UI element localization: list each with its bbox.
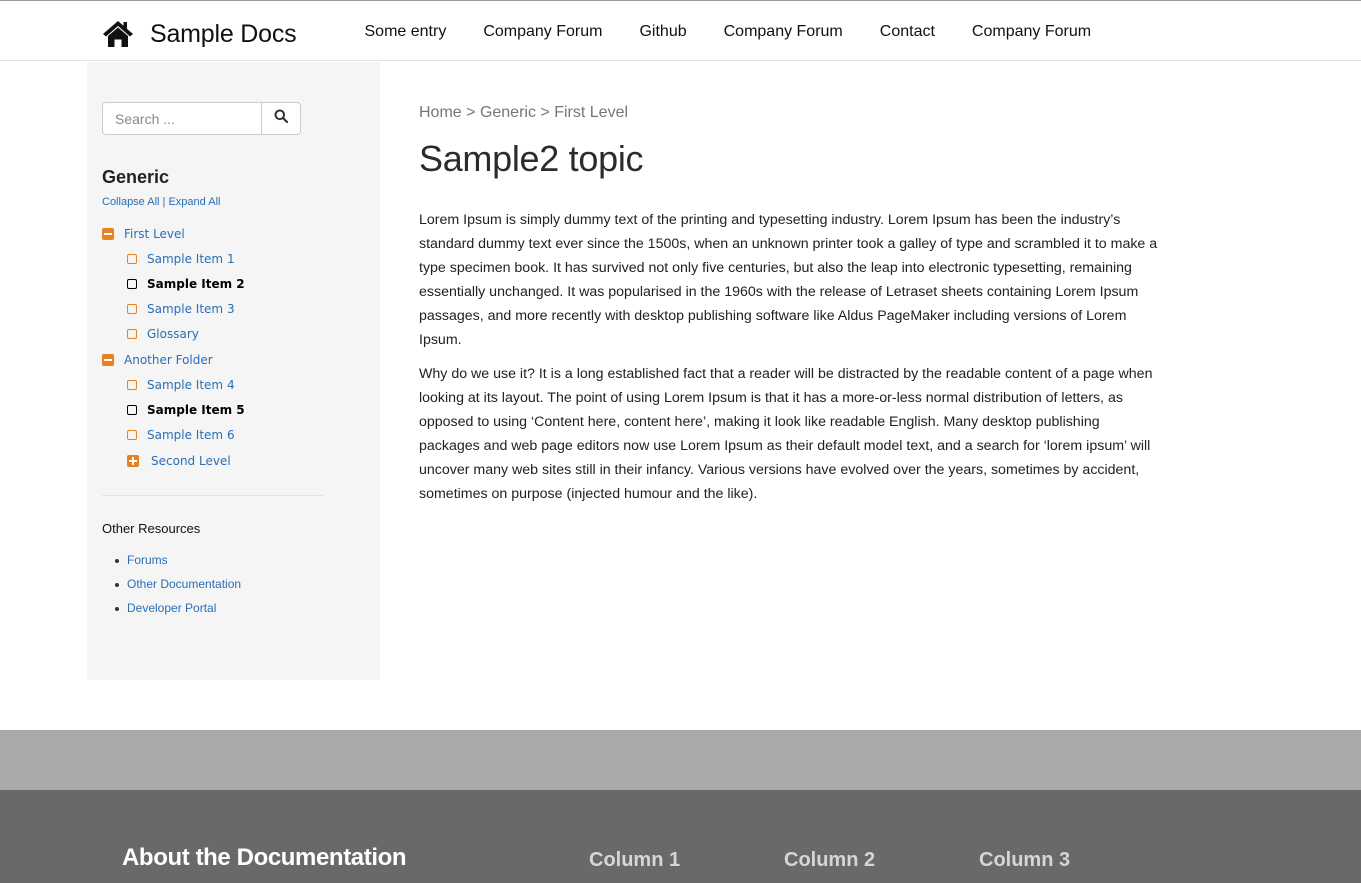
- content-paragraph-1: Lorem Ipsum is simply dummy text of the …: [419, 212, 1158, 348]
- breadcrumb-first-level[interactable]: First Level: [554, 104, 628, 121]
- tree-item-glossary[interactable]: Glossary: [127, 327, 199, 341]
- bullet: [115, 583, 119, 587]
- brand-link[interactable]: Sample Docs: [102, 17, 297, 51]
- tree-item-label: Sample Item 3: [147, 302, 235, 316]
- tree-item-label: Sample Item 5: [147, 403, 245, 417]
- footer-column-1-heading: Column 1: [589, 849, 681, 871]
- tree-item-sample-4[interactable]: Sample Item 4: [127, 378, 235, 392]
- main-nav: Some entry Company Forum Github Company …: [346, 1, 1110, 62]
- footer: About the Documentation Column 1 Column …: [0, 790, 1361, 883]
- breadcrumb-separator: >: [540, 104, 550, 121]
- search-input[interactable]: [103, 103, 261, 134]
- tree-item-label: Sample Item 4: [147, 378, 235, 392]
- tree-folder-another-folder[interactable]: Another Folder: [102, 353, 213, 367]
- tree-item-label: Glossary: [147, 327, 199, 341]
- resource-label: Other Documentation: [127, 577, 242, 591]
- tree-controls: Collapse All | Expand All: [102, 196, 220, 208]
- plus-square-icon: [127, 455, 139, 467]
- nav-github[interactable]: Github: [621, 23, 705, 41]
- tree-item-sample-2[interactable]: Sample Item 2: [127, 277, 245, 291]
- nav-company-forum-2[interactable]: Company Forum: [705, 23, 861, 41]
- square-outline-icon: [127, 380, 137, 390]
- collapse-all-link[interactable]: Collapse All: [102, 196, 159, 208]
- square-outline-icon: [127, 304, 137, 314]
- top-navbar: Sample Docs Some entry Company Forum Git…: [0, 0, 1361, 61]
- minus-square-icon: [102, 354, 114, 366]
- nav-contact[interactable]: Contact: [861, 23, 953, 41]
- bullet: [115, 607, 119, 611]
- resource-label: Developer Portal: [127, 601, 217, 615]
- sidebar-divider: [102, 495, 324, 496]
- search-icon: [274, 109, 289, 128]
- content-paragraph-2: Why do we use it? It is a long establish…: [419, 366, 1153, 502]
- footer-top-band: [0, 730, 1361, 790]
- breadcrumb-home[interactable]: Home: [419, 104, 462, 121]
- footer-title: About the Documentation: [122, 844, 407, 871]
- brand-title: Sample Docs: [150, 19, 297, 48]
- nav-company-forum[interactable]: Company Forum: [465, 23, 621, 41]
- square-outline-icon: [127, 430, 137, 440]
- home-icon: [102, 20, 134, 48]
- tree-item-label: Second Level: [151, 454, 231, 468]
- search-box: [102, 102, 301, 135]
- tree-item-label: Sample Item 6: [147, 428, 235, 442]
- nav-some-entry[interactable]: Some entry: [346, 23, 465, 41]
- square-outline-icon: [127, 254, 137, 264]
- tree-item-label: Another Folder: [124, 353, 213, 367]
- tree-item-label: Sample Item 1: [147, 252, 235, 266]
- tree-folder-first-level[interactable]: First Level: [102, 227, 185, 241]
- resource-label: Forums: [127, 553, 168, 567]
- tree-item-label: Sample Item 2: [147, 277, 245, 291]
- tree-controls-separator: |: [162, 196, 166, 208]
- resources-title: Other Resources: [102, 521, 201, 536]
- sidebar-title: Generic: [102, 167, 170, 187]
- tree-item-sample-3[interactable]: Sample Item 3: [127, 302, 235, 316]
- sidebar: Generic Collapse All | Expand All First …: [87, 62, 380, 680]
- breadcrumb-separator: >: [466, 104, 476, 121]
- square-outline-icon: [127, 329, 137, 339]
- breadcrumb: Home > Generic > First Level: [419, 104, 628, 122]
- breadcrumb-generic[interactable]: Generic: [480, 104, 536, 121]
- page-title: Sample2 topic: [419, 138, 644, 179]
- search-button[interactable]: [261, 103, 300, 134]
- tree-folder-second-level[interactable]: Second Level: [127, 454, 231, 468]
- tree-item-sample-1[interactable]: Sample Item 1: [127, 252, 235, 266]
- tree-item-label: First Level: [124, 227, 185, 241]
- square-outline-icon: [127, 279, 137, 289]
- footer-column-2-heading: Column 2: [784, 849, 876, 871]
- expand-all-link[interactable]: Expand All: [168, 196, 220, 208]
- footer-column-3-heading: Column 3: [979, 849, 1071, 871]
- square-outline-icon: [127, 405, 137, 415]
- bullet: [115, 559, 119, 563]
- tree-item-sample-6[interactable]: Sample Item 6: [127, 428, 235, 442]
- minus-square-icon: [102, 228, 114, 240]
- nav-company-forum-3[interactable]: Company Forum: [953, 23, 1109, 41]
- tree-item-sample-5[interactable]: Sample Item 5: [127, 403, 245, 417]
